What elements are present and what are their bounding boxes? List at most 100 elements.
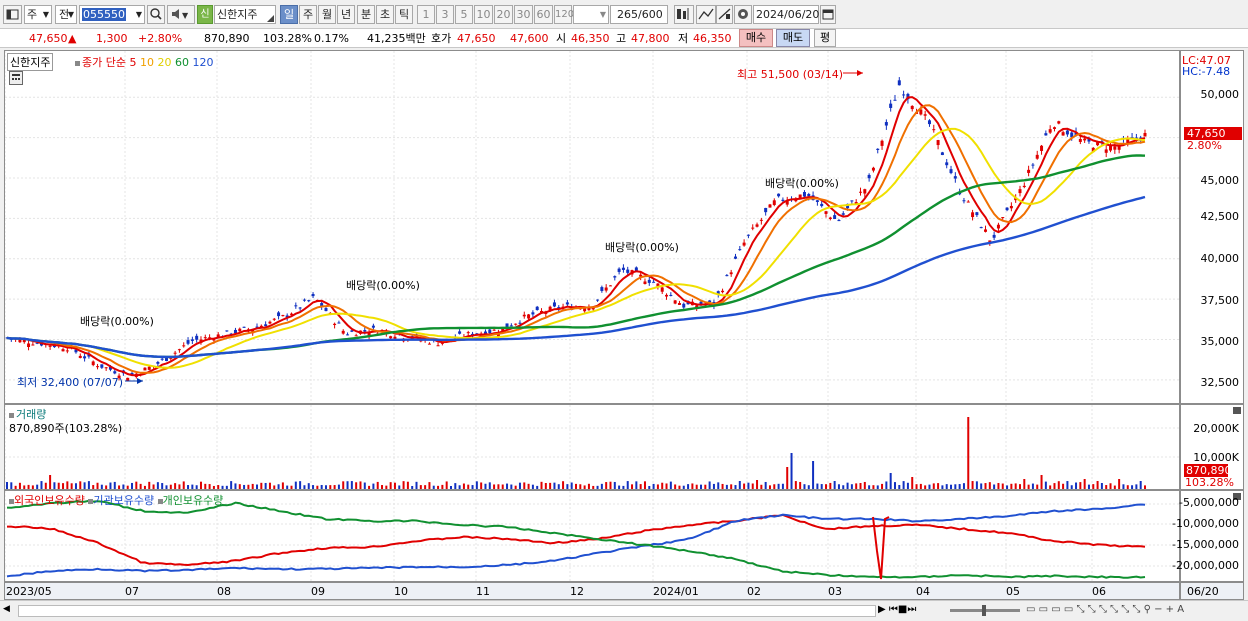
zoom-slider-handle[interactable] — [982, 605, 986, 616]
volume-bar — [531, 484, 534, 489]
volume-bar — [587, 483, 590, 489]
price-pane[interactable]: 신한지주 종가 단순 5 10 20 60 120 최고 51,500 (03/… — [4, 50, 1180, 404]
volume-bar — [777, 483, 780, 489]
candle-body — [996, 224, 1000, 229]
calculator-icon[interactable] — [9, 71, 23, 85]
x-label-05: 05 — [1006, 585, 1020, 598]
volume-bar — [161, 483, 164, 489]
candle-body — [264, 324, 268, 327]
stock-name-field[interactable]: 신한지주 — [214, 5, 276, 24]
tab-minute[interactable]: 분 — [357, 5, 375, 24]
volume-bar — [704, 484, 707, 489]
volume-bar — [570, 482, 573, 489]
tab-tick[interactable]: 틱 — [395, 5, 413, 24]
num-60-button[interactable]: 60 — [534, 5, 553, 24]
volume-bar — [600, 483, 603, 489]
stock-code-input[interactable]: 055550 ▼ — [79, 5, 145, 24]
legend-ma120: 120 — [192, 56, 214, 69]
last-icon[interactable]: ⏭ — [907, 604, 916, 615]
y-tick-42500: 42,500 — [1200, 210, 1240, 223]
hoga-label: 호가 — [431, 32, 452, 45]
x-label-11: 11 — [476, 585, 490, 598]
holding-pane[interactable]: 외국인보유수량 기관보유수량 개인보유수량 — [4, 490, 1180, 582]
close-pane-icon[interactable] — [1233, 407, 1241, 414]
candle-body — [488, 329, 492, 334]
legend-stock-name[interactable]: 신한지주 — [7, 53, 54, 71]
num-30-button[interactable]: 30 — [514, 5, 533, 24]
candle-body — [307, 300, 311, 302]
volume-bar — [760, 484, 763, 489]
volume-bar — [631, 484, 634, 489]
settings-button[interactable] — [734, 5, 752, 24]
volume-bar — [734, 485, 737, 489]
num-120-button[interactable]: 120 — [554, 5, 574, 24]
candle-body — [1078, 138, 1082, 142]
candle-body — [294, 305, 298, 307]
volume-cur-rate: 103.28% — [1185, 476, 1234, 489]
sell-button[interactable]: 매도 — [776, 29, 810, 47]
stop-icon[interactable]: ■ — [898, 604, 907, 615]
legend-ma20: 20 — [157, 56, 172, 69]
chevron-down-icon: ▼ — [135, 10, 142, 19]
date-field[interactable]: 2024/06/20 — [753, 5, 819, 24]
volume-bar — [911, 477, 914, 489]
calendar-button[interactable] — [820, 5, 836, 24]
buy-button[interactable]: 매수 — [739, 29, 773, 47]
num-10-button[interactable]: 10 — [474, 5, 493, 24]
volume-bar — [62, 483, 65, 489]
candle-body — [333, 323, 337, 326]
volume-bar — [1135, 484, 1138, 489]
first-icon[interactable]: ⏮ — [889, 604, 898, 615]
candle-body — [755, 224, 759, 227]
volume-bar — [833, 481, 836, 489]
market-select[interactable]: 주 ▼ — [24, 5, 52, 24]
volume-bar — [36, 484, 39, 489]
tab-day[interactable]: 일 — [280, 5, 298, 24]
count-field[interactable]: 265/600 — [610, 5, 668, 24]
volume-bar — [484, 483, 487, 489]
draw-tool-button[interactable] — [696, 5, 716, 24]
trend-button[interactable] — [716, 5, 733, 24]
scrollbar-track[interactable] — [18, 605, 876, 617]
volume-bar — [665, 483, 668, 489]
volume-bar — [605, 482, 608, 489]
tab-month[interactable]: 월 — [318, 5, 336, 24]
volume-bar — [264, 482, 267, 489]
candle-body — [669, 294, 673, 296]
num-1-button[interactable]: 1 — [417, 5, 435, 24]
legend-institution: 기관보유수량 — [93, 494, 155, 507]
candle-body — [859, 191, 862, 193]
tab-year[interactable]: 년 — [337, 5, 355, 24]
tab-week[interactable]: 주 — [299, 5, 317, 24]
volume-bar — [1075, 482, 1078, 489]
nav-controls[interactable]: ▶ ⏮■⏭ — [878, 604, 916, 615]
candle-body — [621, 267, 625, 270]
x-label-2024-01: 2024/01 — [653, 585, 699, 598]
volume-bar — [682, 485, 685, 489]
candle-body — [1022, 185, 1026, 188]
candle-body — [833, 215, 837, 220]
volume-bar — [975, 481, 978, 489]
low-price: 46,350 — [693, 32, 732, 45]
scroll-right-icon[interactable]: ▶ — [878, 604, 886, 615]
search-button[interactable] — [147, 5, 165, 24]
line-tool-icon — [698, 8, 714, 20]
market2-select[interactable]: 전 ▼ — [55, 5, 77, 24]
num-5-button[interactable]: 5 — [455, 5, 473, 24]
volume-bar — [786, 467, 789, 489]
unit-select[interactable]: ▼ — [573, 5, 609, 24]
num-20-button[interactable]: 20 — [494, 5, 513, 24]
speaker-button[interactable]: ▼ — [167, 5, 195, 24]
volume-bar — [562, 481, 565, 489]
crosshair-button[interactable] — [674, 5, 694, 24]
candle-body — [1018, 189, 1022, 194]
tool-icons[interactable]: ▭ ▭ ▭ ▭ ⤡ ⤡ ⤡ ⤡ ⤡ ⤡ ⚲ − + A — [1026, 604, 1184, 615]
volume-pane[interactable]: 거래량 870,890주(103.28%) — [4, 404, 1180, 490]
volume-bar — [980, 483, 983, 489]
num-3-button[interactable]: 3 — [436, 5, 454, 24]
eval-button[interactable]: 평 — [814, 29, 836, 47]
tab-second[interactable]: 초 — [376, 5, 394, 24]
volume-bar — [83, 482, 86, 489]
window-menu-icon[interactable] — [3, 5, 22, 24]
scroll-left-icon[interactable]: ◀ — [3, 604, 15, 618]
